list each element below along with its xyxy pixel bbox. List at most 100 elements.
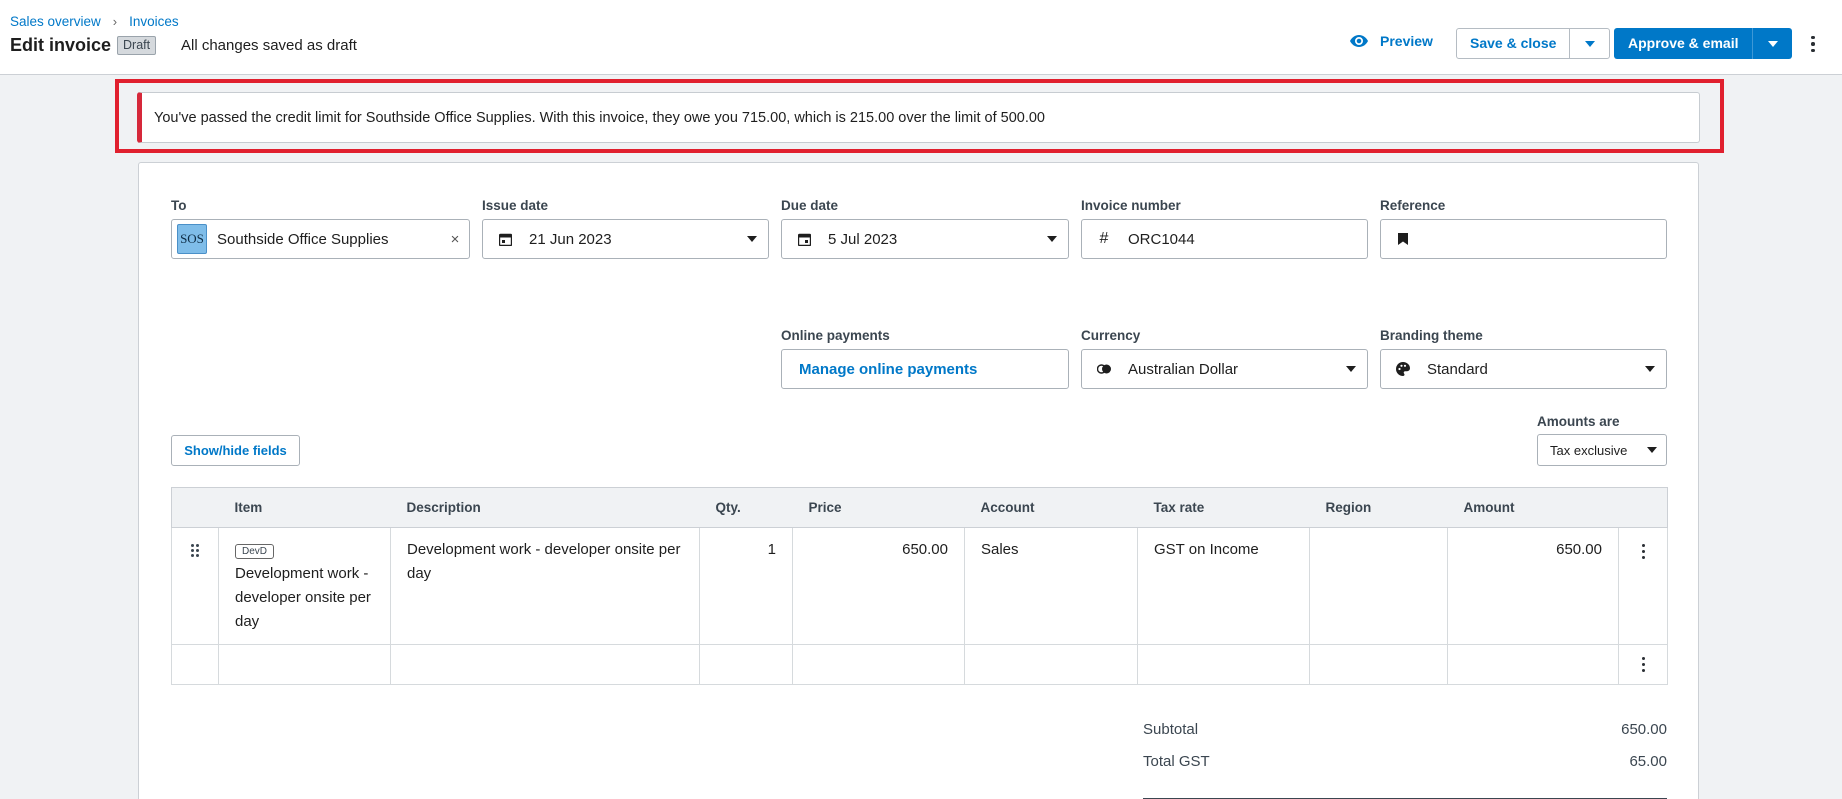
region-cell[interactable] — [1309, 527, 1448, 645]
more-icon-dot — [1811, 48, 1815, 53]
breadcrumb-invoices[interactable]: Invoices — [129, 14, 179, 29]
price-cell[interactable]: 650.00 — [792, 527, 965, 645]
preview-button[interactable]: Preview — [1350, 33, 1433, 49]
column-header-qty: Qty. — [699, 487, 793, 528]
caret-down-icon — [1335, 366, 1367, 372]
branding-theme-select[interactable]: Standard — [1380, 349, 1667, 389]
table-row: DevD Development work - developer onsite… — [171, 527, 1668, 645]
caret-down-icon — [1584, 40, 1595, 47]
status-badge: Draft — [117, 36, 157, 55]
online-payments-field: Manage online payments — [781, 349, 1069, 389]
total-gst-value: 65.00 — [1629, 753, 1667, 770]
more-icon — [1619, 544, 1667, 559]
palette-icon — [1389, 362, 1417, 376]
caret-down-icon — [1638, 447, 1666, 453]
clear-icon[interactable]: × — [441, 231, 469, 248]
issue-date-value: 21 Jun 2023 — [529, 230, 612, 248]
drag-handle-icon — [172, 544, 218, 557]
column-header-region: Region — [1309, 487, 1448, 528]
column-header-amount: Amount — [1447, 487, 1619, 528]
description-cell[interactable] — [390, 644, 700, 685]
subtotal-label: Subtotal — [1143, 721, 1199, 738]
qty-cell[interactable] — [699, 644, 793, 685]
more-icon-dot — [1811, 42, 1815, 46]
currency-icon — [1090, 364, 1118, 374]
bookmark-icon — [1389, 233, 1417, 245]
column-header-account: Account — [964, 487, 1138, 528]
top-header: Sales overview › Invoices Edit invoice D… — [0, 0, 1842, 75]
account-cell[interactable] — [964, 644, 1138, 685]
amounts-are-label: Amounts are — [1537, 414, 1620, 429]
contact-avatar: SOS — [177, 224, 207, 254]
save-options-button[interactable] — [1569, 29, 1609, 58]
description-cell[interactable]: Development work - developer onsite per … — [390, 527, 700, 645]
manage-online-payments-link[interactable]: Manage online payments — [799, 361, 977, 378]
contact-field[interactable]: SOS Southside Office Supplies × — [171, 219, 470, 259]
reference-label: Reference — [1380, 198, 1446, 213]
online-payments-label: Online payments — [781, 328, 890, 343]
drag-column-header — [171, 487, 219, 528]
empty-cell — [171, 644, 219, 685]
invoice-number-label: Invoice number — [1081, 198, 1181, 213]
due-date-label: Due date — [781, 198, 839, 213]
show-hide-fields-button[interactable]: Show/hide fields — [171, 435, 300, 466]
region-cell[interactable] — [1309, 644, 1448, 685]
save-close-group: Save & close — [1456, 28, 1611, 59]
eye-icon — [1350, 35, 1368, 47]
amount-cell[interactable] — [1447, 644, 1619, 685]
alert-message: You've passed the credit limit for South… — [154, 110, 1045, 126]
tax-rate-cell[interactable] — [1137, 644, 1310, 685]
amounts-are-select[interactable]: Tax exclusive — [1537, 434, 1667, 466]
price-cell[interactable] — [792, 644, 965, 685]
save-close-button[interactable]: Save & close — [1457, 29, 1569, 58]
actions-column-header — [1618, 487, 1668, 528]
branding-theme-value: Standard — [1427, 360, 1488, 378]
calendar-icon — [790, 233, 818, 246]
drag-handle[interactable] — [171, 527, 219, 645]
reference-field[interactable] — [1380, 219, 1667, 259]
currency-label: Currency — [1081, 328, 1141, 343]
currency-value: Australian Dollar — [1128, 360, 1239, 378]
issue-date-label: Issue date — [482, 198, 549, 213]
row-options-button[interactable] — [1618, 644, 1668, 685]
qty-cell[interactable]: 1 — [699, 527, 793, 645]
column-header-item: Item — [218, 487, 391, 528]
account-cell[interactable]: Sales — [964, 527, 1138, 645]
subtotal-value: 650.00 — [1621, 721, 1667, 738]
approve-options-button[interactable] — [1752, 28, 1792, 59]
breadcrumb: Sales overview › Invoices — [10, 14, 179, 29]
contact-value: Southside Office Supplies — [217, 230, 389, 248]
due-date-field[interactable]: 5 Jul 2023 — [781, 219, 1069, 259]
approve-email-button[interactable]: Approve & email — [1614, 28, 1752, 59]
amount-cell[interactable]: 650.00 — [1447, 527, 1619, 645]
caret-down-icon — [1767, 40, 1778, 47]
item-cell[interactable]: DevD Development work - developer onsite… — [218, 527, 391, 645]
table-row-empty — [171, 644, 1668, 685]
caret-down-icon — [1634, 366, 1666, 372]
to-label: To — [171, 198, 187, 213]
item-name: Development work - developer onsite per … — [235, 565, 371, 630]
page-title: Edit invoice — [10, 35, 112, 55]
total-gst-label: Total GST — [1143, 753, 1210, 770]
row-options-button[interactable] — [1618, 527, 1668, 645]
item-code-tag: DevD — [235, 544, 275, 559]
currency-select[interactable]: Australian Dollar — [1081, 349, 1368, 389]
more-icon-dot — [1811, 35, 1815, 40]
more-options-button[interactable] — [1806, 33, 1820, 55]
more-icon — [1619, 657, 1667, 672]
line-items-table: Item Description Qty. Price Account Tax … — [171, 487, 1668, 685]
due-date-value: 5 Jul 2023 — [828, 230, 898, 248]
table-header-row: Item Description Qty. Price Account Tax … — [171, 487, 1668, 528]
column-header-tax-rate: Tax rate — [1137, 487, 1310, 528]
branding-theme-label: Branding theme — [1380, 328, 1483, 343]
hash-icon: # — [1099, 230, 1109, 247]
approve-email-group: Approve & email — [1614, 28, 1793, 59]
breadcrumb-separator: › — [112, 14, 118, 29]
column-header-price: Price — [792, 487, 965, 528]
breadcrumb-sales-overview[interactable]: Sales overview — [10, 14, 101, 29]
tax-rate-cell[interactable]: GST on Income — [1137, 527, 1310, 645]
issue-date-field[interactable]: 21 Jun 2023 — [482, 219, 769, 259]
caret-down-icon — [1036, 236, 1068, 242]
item-cell[interactable] — [218, 644, 391, 685]
invoice-number-field[interactable]: # ORC1044 — [1081, 219, 1368, 259]
